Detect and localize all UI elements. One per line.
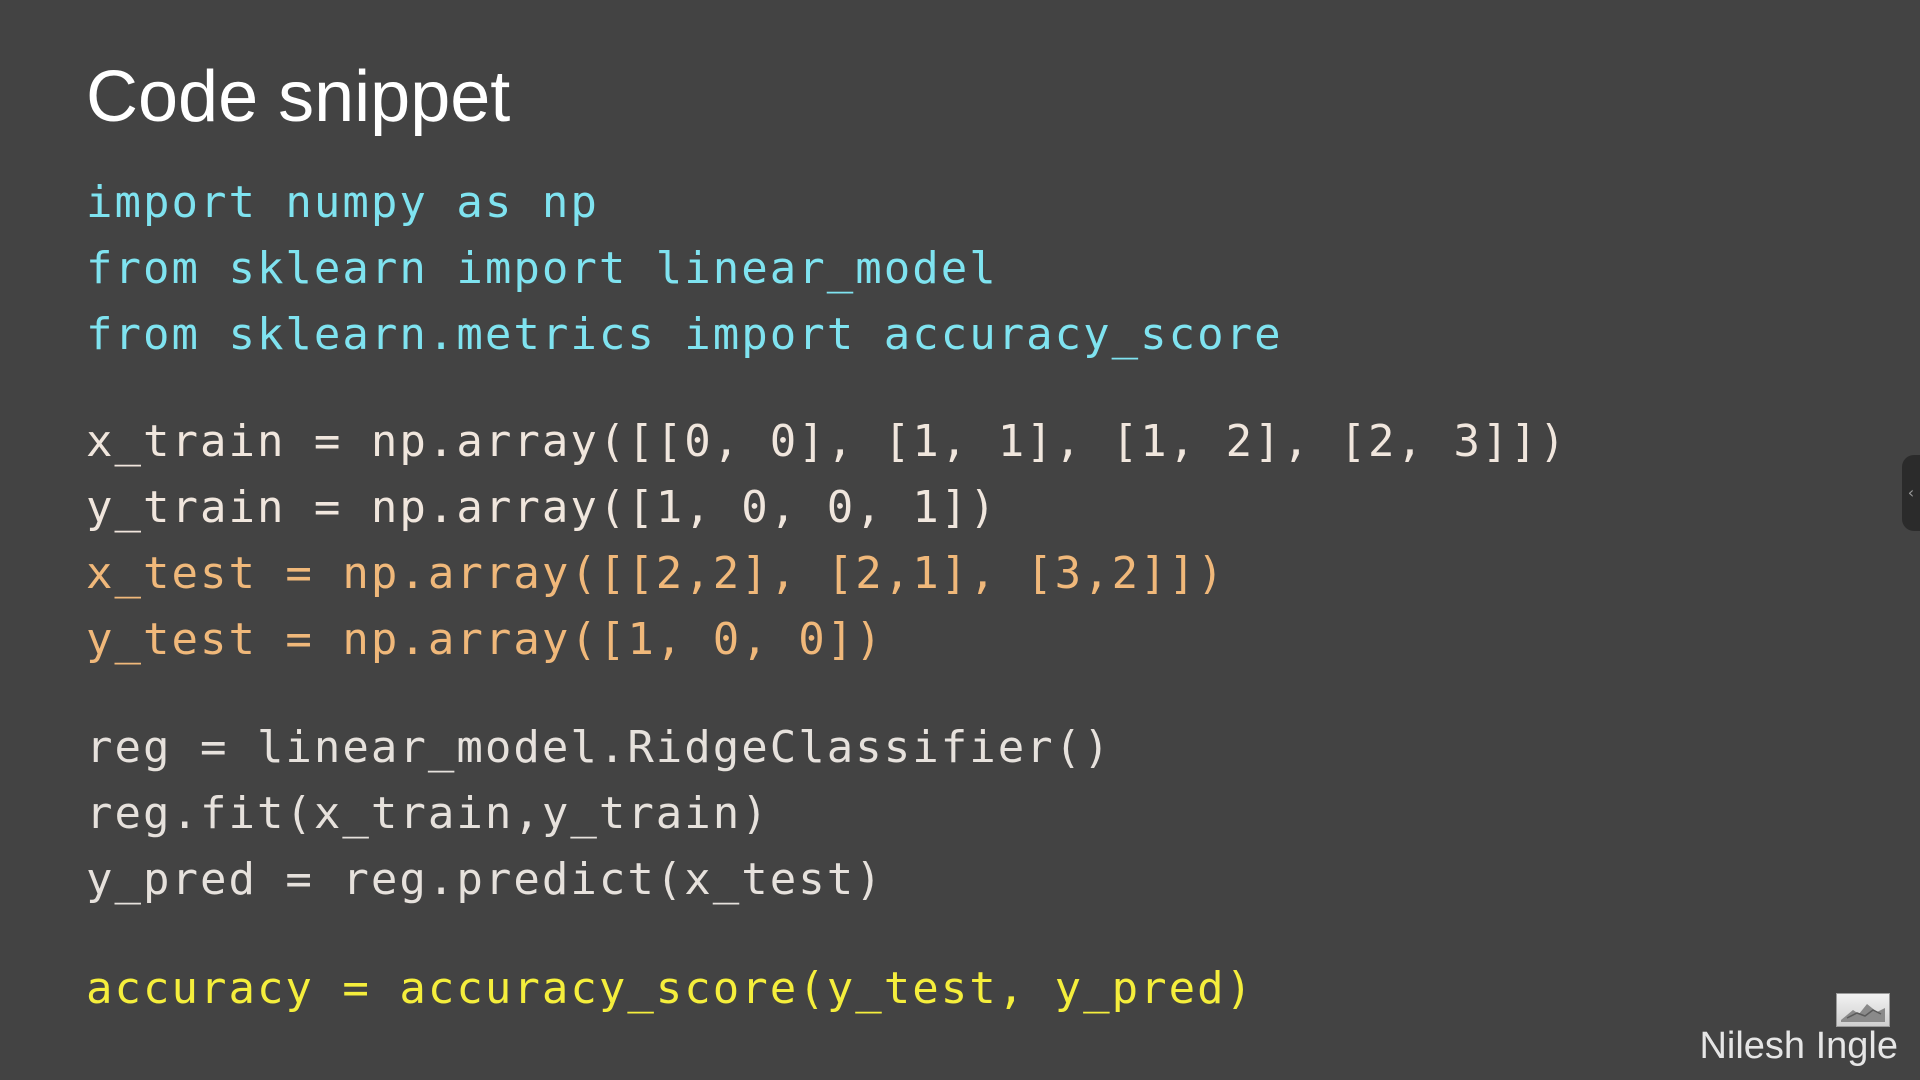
slide: Code snippet import numpy as np from skl… xyxy=(0,0,1920,1080)
code-line-accuracy: accuracy = accuracy_score(y_test, y_pred… xyxy=(86,963,1255,1014)
code-line-x-test: x_test = np.array([[2,2], [2,1], [3,2]]) xyxy=(86,548,1226,599)
author-logo-image xyxy=(1836,993,1890,1027)
code-line-import-accuracy-score: from sklearn.metrics import accuracy_sco… xyxy=(86,309,1283,360)
code-line-y-test: y_test = np.array([1, 0, 0]) xyxy=(86,614,884,665)
code-block-accuracy: accuracy = accuracy_score(y_test, y_pred… xyxy=(86,956,1254,1022)
code-line-import-numpy: import numpy as np xyxy=(86,177,599,228)
code-line-y-train: y_train = np.array([1, 0, 0, 1]) xyxy=(86,482,998,533)
code-line-reg-fit: reg.fit(x_train,y_train) xyxy=(86,788,770,839)
slide-title: Code snippet xyxy=(86,57,511,137)
code-line-x-train: x_train = np.array([[0, 0], [1, 1], [1, … xyxy=(86,416,1568,467)
code-block-model: reg = linear_model.RidgeClassifier() reg… xyxy=(86,715,1112,913)
code-line-import-linear-model: from sklearn import linear_model xyxy=(86,243,998,294)
code-block-data: x_train = np.array([[0, 0], [1, 1], [1, … xyxy=(86,409,1568,673)
sidebar-toggle-button[interactable]: ‹ xyxy=(1902,455,1920,531)
code-block-imports: import numpy as np from sklearn import l… xyxy=(86,170,1283,368)
chevron-left-icon: ‹ xyxy=(1907,483,1915,502)
code-line-reg-predict: y_pred = reg.predict(x_test) xyxy=(86,854,884,905)
code-line-reg-create: reg = linear_model.RidgeClassifier() xyxy=(86,722,1112,773)
author-name: Nilesh Ingle xyxy=(1699,1025,1898,1067)
